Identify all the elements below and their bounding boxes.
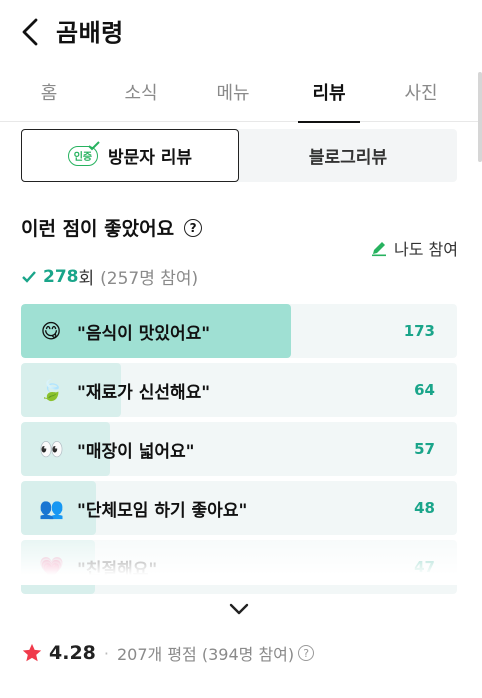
chevron-left-icon <box>22 18 38 46</box>
me-too-label: 나도 참여 <box>394 240 458 259</box>
review-type-toggle: 인증 방문자 리뷰 블로그리뷰 <box>21 129 457 182</box>
rating-score: 4.28 <box>49 642 96 664</box>
participation-count: 278 회 (257명 참여) <box>21 264 198 289</box>
leaf-emoji-icon: 🍃 <box>39 378 64 402</box>
section-title-text: 이런 점이 좋았어요 <box>21 218 175 240</box>
count-unit: 회 <box>78 269 95 289</box>
section-title: 이런 점이 좋았어요 ? <box>21 214 203 241</box>
visitor-review-button[interactable]: 인증 방문자 리뷰 <box>21 129 239 182</box>
check-icon <box>88 140 100 150</box>
check-icon <box>22 270 36 283</box>
keyword-count: 173 <box>403 322 435 340</box>
back-button[interactable] <box>16 14 44 50</box>
keyword-bar[interactable]: 👥 "단체모임 하기 좋아요" 48 <box>21 481 457 535</box>
star-icon <box>22 643 42 662</box>
help-icon[interactable]: ? <box>184 218 203 237</box>
verified-badge: 인증 <box>67 140 100 166</box>
page-title: 곰배령 <box>56 19 124 47</box>
count-participants: (257명 참여) <box>100 269 199 289</box>
chevron-down-icon <box>229 603 249 615</box>
keyword-label: "재료가 신선해요" <box>77 382 211 403</box>
people-emoji-icon: 👥 <box>39 496 64 520</box>
rating-count: 207개 평점 (394명 참여) <box>116 645 295 664</box>
keyword-count: 64 <box>414 381 435 399</box>
keyword-label: "단체모임 하기 좋아요" <box>77 500 248 521</box>
keyword-bar[interactable]: 🍃 "재료가 신선해요" 64 <box>21 363 457 417</box>
tab-photos[interactable]: 사진 <box>376 62 466 122</box>
tab-reviews[interactable]: 리뷰 <box>298 62 360 123</box>
keyword-label: "매장이 넓어요" <box>77 441 195 462</box>
eyes-emoji-icon: 👀 <box>39 437 64 461</box>
me-too-button[interactable]: 나도 참여 <box>370 236 458 260</box>
tab-home[interactable]: 홈 <box>0 62 98 122</box>
keyword-bar[interactable]: 👀 "매장이 넓어요" 57 <box>21 422 457 476</box>
blog-review-button[interactable]: 블로그리뷰 <box>239 129 457 182</box>
pencil-icon <box>372 242 387 257</box>
keyword-count: 57 <box>414 440 435 458</box>
tab-news[interactable]: 소식 <box>98 62 184 122</box>
list-fade-overlay <box>0 535 482 585</box>
help-icon[interactable]: ? <box>298 645 315 661</box>
keyword-count: 48 <box>414 499 435 517</box>
keyword-bar[interactable]: 😋 "음식이 맛있어요" 173 <box>21 304 457 358</box>
expand-button[interactable] <box>226 598 252 620</box>
count-number: 278 <box>43 266 79 287</box>
scrollbar[interactable] <box>478 72 482 162</box>
separator-dot: · <box>103 643 109 663</box>
smile-emoji-icon: 😋 <box>40 319 62 343</box>
tab-menu[interactable]: 메뉴 <box>184 62 282 122</box>
header: 곰배령 <box>0 0 482 62</box>
visitor-review-label: 방문자 리뷰 <box>107 148 193 168</box>
tab-bar: 홈 소식 메뉴 리뷰 사진 <box>0 62 482 123</box>
rating-summary: 4.28 · 207개 평점 (394명 참여) ? <box>21 640 315 666</box>
keyword-label: "음식이 맛있어요" <box>77 323 211 344</box>
